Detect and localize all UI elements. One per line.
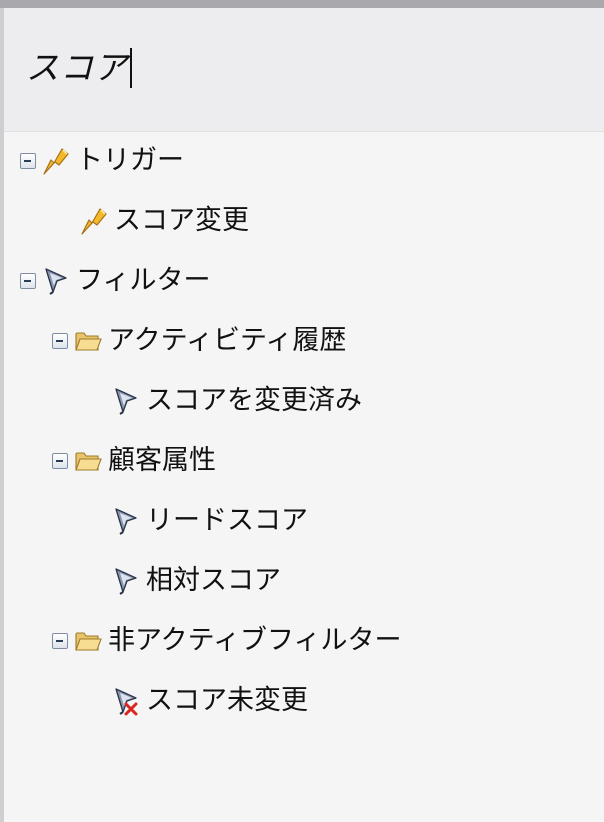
trigger-icon — [42, 146, 70, 176]
filter-icon — [42, 266, 70, 296]
collapse-toggle-icon[interactable] — [20, 153, 36, 169]
window-top-bar — [0, 0, 604, 8]
filter-icon — [112, 386, 140, 416]
folder-icon — [74, 626, 102, 656]
folder-icon — [74, 446, 102, 476]
filter-icon — [112, 566, 140, 596]
tree-item-relative-score-filter[interactable]: 相対スコア — [112, 561, 281, 601]
tree-node-label: フィルター — [76, 265, 211, 296]
filter-icon — [112, 506, 140, 536]
tree-folder-inactive-filters[interactable]: 非アクティブフィルター — [52, 621, 402, 661]
collapse-toggle-icon[interactable] — [52, 633, 68, 649]
tree-view: トリガー スコア変更 フィルター アクティビティ履歴 スコアを変更済み 顧客属性… — [4, 131, 604, 822]
tree-node-label: トリガー — [76, 145, 184, 176]
tree-item-score-change-trigger[interactable]: スコア変更 — [80, 201, 249, 241]
tree-item-label: リードスコア — [146, 505, 308, 536]
search-input[interactable]: スコア — [26, 48, 132, 88]
tree-folder-label: 顧客属性 — [108, 445, 216, 476]
tree-item-label: スコア変更 — [114, 205, 249, 236]
tree-item-lead-score-filter[interactable]: リードスコア — [112, 501, 308, 541]
tree-folder-label: 非アクティブフィルター — [108, 625, 402, 656]
collapse-toggle-icon[interactable] — [20, 273, 36, 289]
tree-folder-customer-attributes[interactable]: 顧客属性 — [52, 441, 216, 481]
collapse-toggle-icon[interactable] — [52, 333, 68, 349]
tree-item-label: スコア未変更 — [146, 685, 308, 716]
tree-item-label: 相対スコア — [146, 565, 281, 596]
inactive-filter-icon — [112, 686, 138, 716]
search-input-value: スコア — [26, 48, 128, 87]
tree-item-score-changed-filter[interactable]: スコアを変更済み — [112, 381, 362, 421]
text-caret — [130, 48, 132, 88]
tree-item-label: スコアを変更済み — [146, 385, 362, 416]
folder-icon — [74, 326, 102, 356]
tree-item-score-not-changed-filter[interactable]: スコア未変更 — [112, 681, 308, 721]
search-panel[interactable]: スコア — [4, 8, 604, 132]
tree-folder-label: アクティビティ履歴 — [108, 325, 347, 356]
collapse-toggle-icon[interactable] — [52, 453, 68, 469]
tree-node-triggers[interactable]: トリガー — [20, 141, 184, 181]
trigger-icon — [80, 206, 108, 236]
tree-node-filters[interactable]: フィルター — [20, 261, 210, 301]
tree-folder-activity-history[interactable]: アクティビティ履歴 — [52, 321, 346, 361]
